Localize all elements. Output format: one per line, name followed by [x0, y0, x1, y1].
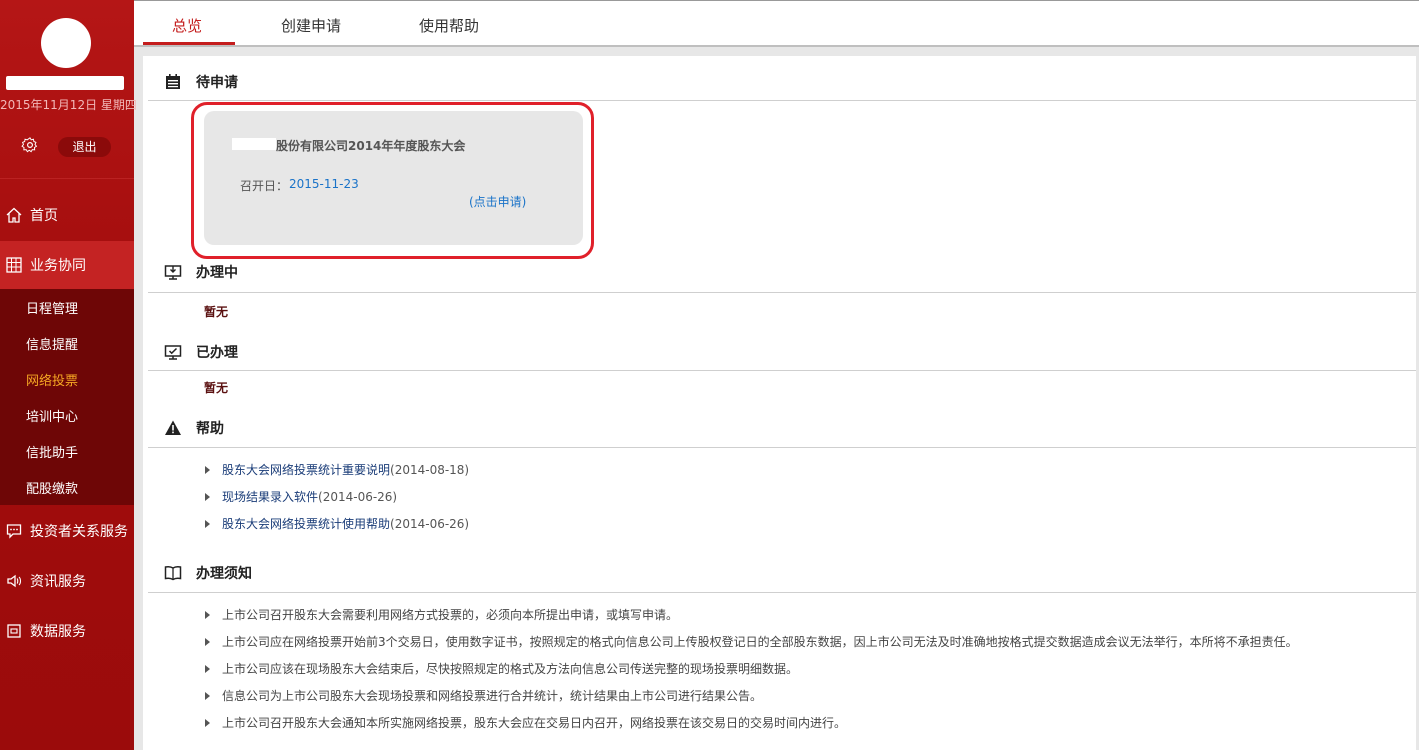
- nav-info-service[interactable]: 资讯服务: [0, 557, 134, 605]
- help-item-link[interactable]: 股东大会网络投票统计使用帮助: [222, 515, 390, 532]
- grid-icon: [6, 257, 22, 273]
- nav-home[interactable]: 首页: [0, 191, 134, 239]
- processing-empty: 暂无: [204, 305, 229, 319]
- done-empty: 暂无: [204, 381, 229, 395]
- notice-item: 信息公司为上市公司股东大会现场投票和网络投票进行合并统计，统计结果由上市公司进行…: [205, 687, 762, 704]
- divider: [148, 447, 1419, 448]
- nav-investor-relations-label: 投资者关系服务: [30, 524, 128, 540]
- help-item-link[interactable]: 股东大会网络投票统计重要说明: [222, 461, 390, 478]
- warning-icon: [165, 420, 181, 435]
- bullet-triangle-icon: [205, 519, 210, 528]
- monitor-check-icon: [164, 345, 182, 360]
- database-icon: [7, 624, 21, 638]
- divider: [148, 292, 1419, 293]
- section-done-title: 已办理: [196, 345, 238, 361]
- logout-button[interactable]: 退出: [58, 137, 111, 157]
- section-notice-title: 办理须知: [196, 566, 252, 582]
- tab-bar-divider: [134, 45, 1419, 47]
- section-pending-title: 待申请: [196, 75, 238, 91]
- bullet-triangle-icon: [205, 610, 210, 619]
- sidebar-divider: [0, 178, 134, 179]
- bullet-triangle-icon: [205, 465, 210, 474]
- notice-item-text: 上市公司召开股东大会通知本所实施网络投票，股东大会应在交易日内召开，网络投票在该…: [222, 716, 847, 730]
- section-processing-title: 办理中: [196, 265, 238, 281]
- divider: [148, 370, 1419, 371]
- bullet-triangle-icon: [205, 637, 210, 646]
- help-item-link[interactable]: 现场结果录入软件: [222, 488, 318, 505]
- notice-item: 上市公司召开股东大会需要利用网络方式投票的，必须向本所提出申请，或填写申请。: [205, 606, 678, 623]
- username-redacted: [6, 76, 124, 90]
- business-submenu: 日程管理 信息提醒 网络投票 培训中心 信批助手 配股缴款: [0, 289, 134, 505]
- current-date: 2015年11月12日 星期四: [0, 98, 137, 112]
- divider: [148, 592, 1419, 593]
- notice-item-text: 信息公司为上市公司股东大会现场投票和网络投票进行合并统计，统计结果由上市公司进行…: [222, 689, 763, 703]
- nav-investor-relations[interactable]: 投资者关系服务: [0, 507, 134, 555]
- divider: [148, 100, 1419, 101]
- gear-icon[interactable]: [21, 136, 39, 154]
- book-icon: [164, 566, 182, 581]
- help-item[interactable]: 股东大会网络投票统计使用帮助 (2014-06-26): [205, 515, 469, 532]
- tab-create-application[interactable]: 创建申请: [281, 15, 341, 36]
- help-item-date: (2014-06-26): [318, 489, 398, 504]
- notice-item-text: 上市公司应在网络投票开始前3个交易日，使用数字证书，按照规定的格式向信息公司上传…: [222, 635, 1298, 649]
- nav-home-label: 首页: [30, 208, 58, 224]
- home-icon: [6, 207, 22, 223]
- bullet-triangle-icon: [205, 718, 210, 727]
- section-help-title: 帮助: [196, 421, 224, 437]
- chat-icon: [6, 524, 22, 539]
- avatar[interactable]: [41, 18, 91, 68]
- active-tab-indicator: [143, 42, 235, 45]
- tab-help[interactable]: 使用帮助: [419, 15, 479, 36]
- help-item-date: (2014-08-18): [390, 462, 470, 477]
- tab-overview[interactable]: 总览: [172, 15, 202, 36]
- notice-item-text: 上市公司应该在现场股东大会结束后，尽快按照规定的格式及方法向信息公司传送完整的现…: [222, 662, 799, 676]
- bullet-triangle-icon: [205, 492, 210, 501]
- calendar-icon: [166, 74, 180, 89]
- bullet-triangle-icon: [205, 664, 210, 673]
- speaker-icon: [7, 574, 22, 588]
- help-item[interactable]: 股东大会网络投票统计重要说明 (2014-08-18): [205, 461, 469, 478]
- nav-business-collab-label: 业务协同: [30, 258, 86, 274]
- main-panel: 待申请 股份有限公司2014年年度股东大会 召开日： 2015-11-23 (点…: [143, 56, 1419, 750]
- submenu-schedule[interactable]: 日程管理: [26, 298, 78, 317]
- bullet-triangle-icon: [205, 691, 210, 700]
- meeting-title: 股份有限公司2014年年度股东大会: [276, 139, 466, 153]
- nav-data-service[interactable]: 数据服务: [0, 607, 134, 655]
- submenu-online-voting[interactable]: 网络投票: [26, 370, 78, 389]
- submenu-disclosure-assistant[interactable]: 信批助手: [26, 442, 78, 461]
- meeting-date-label: 召开日：: [240, 179, 289, 193]
- notice-item: 上市公司应在网络投票开始前3个交易日，使用数字证书，按照规定的格式向信息公司上传…: [205, 633, 1298, 650]
- notice-item: 上市公司召开股东大会通知本所实施网络投票，股东大会应在交易日内召开，网络投票在该…: [205, 714, 846, 731]
- notice-item: 上市公司应该在现场股东大会结束后，尽快按照规定的格式及方法向信息公司传送完整的现…: [205, 660, 798, 677]
- submenu-training[interactable]: 培训中心: [26, 406, 78, 425]
- monitor-download-icon: [164, 265, 182, 280]
- help-item[interactable]: 现场结果录入软件 (2014-06-26): [205, 488, 397, 505]
- sidebar: 2015年11月12日 星期四 退出 首页 业务协同 日程管理 信息提醒 网络投…: [0, 0, 137, 750]
- submenu-rights-payment[interactable]: 配股缴款: [26, 478, 78, 497]
- meeting-date: 2015-11-23: [289, 177, 359, 191]
- submenu-reminder[interactable]: 信息提醒: [26, 334, 78, 353]
- apply-link[interactable]: (点击申请): [469, 193, 526, 210]
- nav-info-service-label: 资讯服务: [30, 574, 86, 590]
- pending-meeting-card[interactable]: 股份有限公司2014年年度股东大会 召开日： 2015-11-23 (点击申请): [204, 111, 583, 245]
- company-name-redacted: [232, 138, 276, 150]
- nav-data-service-label: 数据服务: [30, 624, 86, 640]
- help-item-date: (2014-06-26): [390, 516, 470, 531]
- notice-item-text: 上市公司召开股东大会需要利用网络方式投票的，必须向本所提出申请，或填写申请。: [222, 608, 679, 622]
- nav-business-collab[interactable]: 业务协同: [0, 241, 134, 289]
